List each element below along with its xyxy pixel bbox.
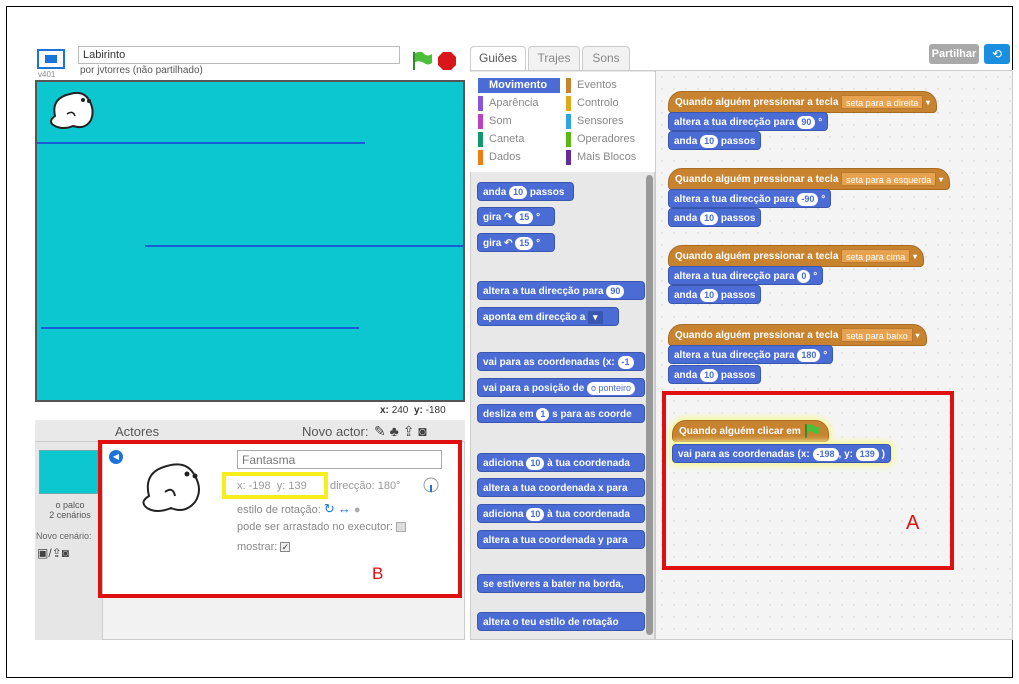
stage-thumbnail[interactable] xyxy=(39,450,99,494)
block-set-y[interactable]: altera a tua coordenada y para xyxy=(477,530,645,549)
block-change-x[interactable]: adiciona 10 à tua coordenada xyxy=(477,453,645,472)
block-set-direction[interactable]: altera a tua direcção para -90 ° xyxy=(668,189,832,208)
stage-label: o palco 2 cenários xyxy=(49,500,91,520)
hat-key-right[interactable]: Quando alguém pressionar a tecla seta pa… xyxy=(668,91,938,113)
palette-scrollbar[interactable] xyxy=(646,175,653,635)
paint-sprite-icon[interactable]: ✎ xyxy=(374,423,386,439)
upload-sprite-icon[interactable]: ⇪ xyxy=(403,423,415,439)
version-label: v401 xyxy=(38,70,56,79)
chevron-down-icon: ▾ xyxy=(926,98,931,107)
block-set-direction[interactable]: altera a tua direcção para 180 ° xyxy=(668,345,834,364)
block-point-towards[interactable]: aponta em direcção a ▾ xyxy=(477,307,619,326)
category-list: Movimento Eventos Aparência Controlo Som… xyxy=(470,72,655,172)
block-move[interactable]: anda 10 passos xyxy=(668,365,762,384)
category-motion[interactable]: Movimento xyxy=(478,78,560,93)
annotation-label-a: A xyxy=(906,512,920,534)
annotation-box-a xyxy=(662,391,954,570)
new-actor-label: Novo actor: xyxy=(302,424,369,439)
project-title-input[interactable]: Labirinto xyxy=(78,46,400,64)
remix-icon[interactable]: ⟲ xyxy=(984,44,1010,64)
category-control[interactable]: Controlo xyxy=(566,96,648,111)
category-sensing[interactable]: Sensores xyxy=(566,114,648,129)
ghost-sprite[interactable] xyxy=(45,86,105,136)
chevron-down-icon: ▾ xyxy=(939,175,944,184)
actors-label: Actores xyxy=(115,424,160,439)
annotation-box-b xyxy=(98,440,462,598)
block-bounce[interactable]: se estiveres a bater na borda, xyxy=(477,574,645,593)
block-rotation-style[interactable]: altera o teu estilo de rotação xyxy=(477,612,645,631)
camera-icon[interactable]: ◙ xyxy=(418,423,426,439)
block-turn-left[interactable]: gira ↶ 15 ° xyxy=(477,233,555,252)
category-looks[interactable]: Aparência xyxy=(478,96,560,111)
green-flag-icon[interactable] xyxy=(410,51,434,71)
share-button[interactable]: Partilhar xyxy=(929,44,979,64)
hat-key-up[interactable]: Quando alguém pressionar a tecla seta pa… xyxy=(668,245,924,267)
stop-icon[interactable] xyxy=(437,51,457,71)
mouse-coordinates: x: 240 y: -180 xyxy=(380,405,446,416)
block-set-direction[interactable]: altera a tua direcção para 90 ° xyxy=(668,112,829,131)
block-glide[interactable]: desliza em 1 s para as coorde xyxy=(477,404,645,423)
category-data[interactable]: Dados xyxy=(478,150,560,165)
project-byline: por jvtorres (não partilhado) xyxy=(80,65,203,76)
new-scene-label: Novo cenário: xyxy=(36,531,92,541)
block-change-y[interactable]: adiciona 10 à tua coordenada xyxy=(477,504,645,523)
block-move[interactable]: anda 10 passos xyxy=(668,285,762,304)
category-events[interactable]: Eventos xyxy=(566,78,648,93)
chevron-down-icon[interactable]: ▾ xyxy=(588,310,603,324)
block-move[interactable]: anda 10 passos xyxy=(668,208,762,227)
new-actor-tools: ✎ ♣ ⇪ ◙ xyxy=(374,423,427,440)
turn-left-icon: ↶ xyxy=(504,238,513,249)
block-set-direction[interactable]: altera a tua direcção para 0 ° xyxy=(668,266,824,285)
fullscreen-icon[interactable] xyxy=(36,48,66,70)
block-point-direction[interactable]: altera a tua direcção para 90 xyxy=(477,281,645,300)
scene-library-icon[interactable]: ▣ xyxy=(37,546,48,560)
block-move[interactable]: anda 10 passos xyxy=(477,182,574,201)
hat-key-left[interactable]: Quando alguém pressionar a tecla seta pa… xyxy=(668,168,951,190)
block-set-x[interactable]: altera a tua coordenada x para xyxy=(477,478,645,497)
library-sprite-icon[interactable]: ♣ xyxy=(390,423,399,439)
annotation-label-b: B xyxy=(372,564,384,583)
block-move[interactable]: anda 10 passos xyxy=(668,131,762,150)
block-goto-xy[interactable]: vai para as coordenadas (x: -1 xyxy=(477,352,645,371)
category-operators[interactable]: Operadores xyxy=(566,132,648,147)
category-sound[interactable]: Som xyxy=(478,114,560,129)
block-goto-target[interactable]: vai para a posição de o ponteiro xyxy=(477,378,645,397)
category-more-blocks[interactable]: Mais Blocos xyxy=(566,150,648,165)
block-turn-right[interactable]: gira ↷ 15 ° xyxy=(477,207,555,226)
scene-upload-icon[interactable]: ⇪ xyxy=(52,546,62,560)
hat-key-down[interactable]: Quando alguém pressionar a tecla seta pa… xyxy=(668,324,927,346)
chevron-down-icon: ▾ xyxy=(912,252,917,261)
tab-sounds[interactable]: Sons xyxy=(582,46,630,70)
chevron-down-icon: ▾ xyxy=(915,331,920,340)
category-pen[interactable]: Caneta xyxy=(478,132,560,147)
scene-camera-icon[interactable]: ◙ xyxy=(62,546,69,560)
tab-scripts[interactable]: Guiões xyxy=(470,46,526,70)
tab-costumes[interactable]: Trajes xyxy=(528,46,580,70)
new-scene-tools: ▣/⇪◙ xyxy=(37,546,69,560)
turn-right-icon: ↷ xyxy=(504,212,513,223)
